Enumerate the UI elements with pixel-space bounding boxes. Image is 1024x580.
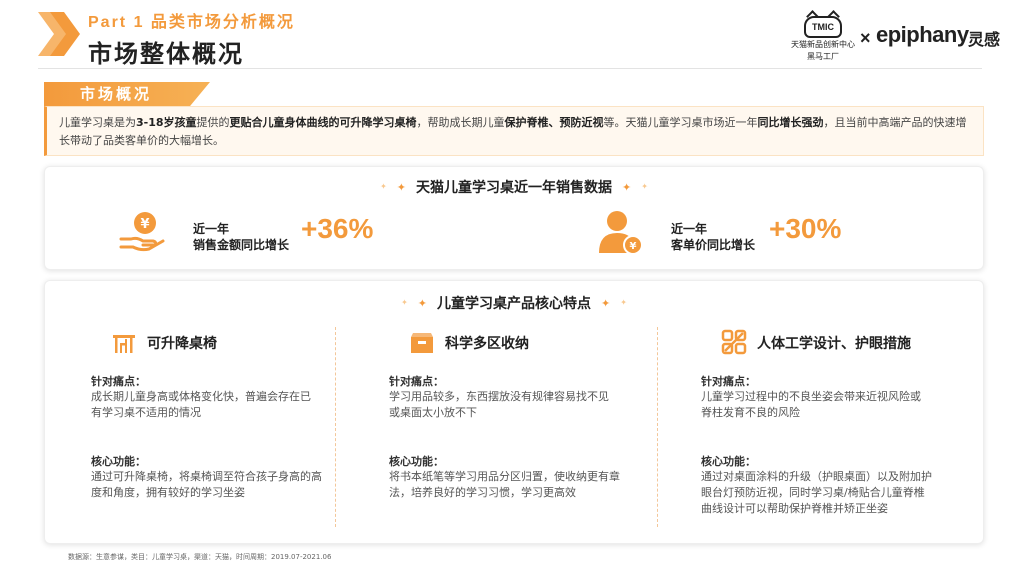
overview-highlight: 3-18岁孩童 xyxy=(136,116,197,129)
overview-seg: 儿童学习桌是为 xyxy=(59,116,136,129)
pain-text: 学习用品较多，东西摆放没有规律容易找不见或桌面太小放不下 xyxy=(389,390,609,419)
feature-column: 科学多区收纳 针对痛点： 学习用品较多，东西摆放没有规律容易找不见或桌面太小放不… xyxy=(389,325,661,535)
features-card: ✦ ✦ 儿童学习桌产品核心特点 ✦ ✦ 可升降桌椅 针对痛点： 成长期儿童身高或体格变化… xyxy=(44,280,984,544)
sales-heading: ✦ ✦ 天猫儿童学习桌近一年销售数据 ✦ ✦ xyxy=(45,177,983,197)
tmic-logo-sub2: 黑马工厂 xyxy=(807,52,839,61)
core-text: 通过对桌面涂料的升级（护眼桌面）以及附加护眼台灯预防近视，同时学习桌/椅贴合儿童… xyxy=(701,470,932,515)
sparkle-icon: ✦ xyxy=(620,298,627,307)
sales-card: ✦ ✦ 天猫儿童学习桌近一年销售数据 ✦ ✦ ¥ 近一年 销售金额同比增长 +36% ¥… xyxy=(44,166,984,270)
sparkle-icon: ✦ xyxy=(641,182,648,191)
chevron-icon xyxy=(38,12,80,56)
feature-column: 人体工学设计、护眼措施 针对痛点： 儿童学习过程中的不良坐姿会带来近视风险或脊柱… xyxy=(701,325,973,535)
features-heading-text: 儿童学习桌产品核心特点 xyxy=(437,296,591,312)
svg-text:¥: ¥ xyxy=(630,241,637,252)
overview-highlight: 同比增长强劲 xyxy=(757,116,824,129)
feature-title: 人体工学设计、护眼措施 xyxy=(757,336,911,352)
feature-column: 可升降桌椅 针对痛点： 成长期儿童身高或体格变化快，普遍会存在已有学习桌不适用的… xyxy=(91,325,363,535)
column-divider xyxy=(657,327,658,527)
sparkle-icon: ✦ xyxy=(417,297,427,310)
pain-label: 针对痛点： xyxy=(701,375,756,388)
ergonomic-icon xyxy=(721,329,747,355)
sparkle-icon: ✦ xyxy=(601,297,611,310)
overview-seg: 提供的 xyxy=(196,116,230,129)
features-heading: ✦ ✦ 儿童学习桌产品核心特点 ✦ ✦ xyxy=(45,293,983,313)
svg-text:¥: ¥ xyxy=(140,217,149,232)
core-text: 通过可升降桌椅，将桌椅调至符合孩子身高的高度和角度，拥有较好的学习坐姿 xyxy=(91,470,322,499)
stat-label-line2: 销售金额同比增长 xyxy=(193,238,290,252)
tmic-logo: TMIC 天猫新品创新中心 黑马工厂 xyxy=(786,16,860,64)
overview-seg: ，帮助成长期儿童 xyxy=(416,116,505,129)
tmic-logo-sub1: 天猫新品创新中心 xyxy=(791,40,855,49)
sparkle-icon: ✦ xyxy=(380,182,387,191)
stat-label-line2: 客单价同比增长 xyxy=(671,238,756,252)
page-title: 市场整体概况 xyxy=(88,40,244,68)
overview-highlight: 保护脊椎、预防近视 xyxy=(504,116,604,129)
pain-text: 成长期儿童身高或体格变化快，普遍会存在已有学习桌不适用的情况 xyxy=(91,390,311,419)
core-label: 核心功能： xyxy=(701,455,756,468)
stat-label: 近一年 销售金额同比增长 xyxy=(193,221,289,253)
pain-label: 针对痛点： xyxy=(389,375,444,388)
sparkle-icon: ✦ xyxy=(622,181,632,194)
column-divider xyxy=(335,327,336,527)
overview-text: 儿童学习桌是为3-18岁孩童提供的更贴合儿童身体曲线的可升降学习桌椅，帮助成长期… xyxy=(44,106,984,156)
sparkle-icon: ✦ xyxy=(396,181,406,194)
pain-label: 针对痛点： xyxy=(91,375,146,388)
stat-label: 近一年 客单价同比增长 xyxy=(671,221,755,253)
section-tab-overview: 市场概况 xyxy=(44,82,210,106)
part-label: Part 1 品类市场分析概况 xyxy=(88,14,295,31)
logo-separator: × xyxy=(860,28,871,48)
stat-value: +30% xyxy=(769,213,842,244)
feature-title: 可升降桌椅 xyxy=(147,336,217,352)
user-yuan-icon: ¥ xyxy=(599,211,643,255)
epiphany-logo-cn: 灵感 xyxy=(968,30,1001,49)
pain-text: 儿童学习过程中的不良坐姿会带来近视风险或脊柱发育不良的风险 xyxy=(701,390,921,419)
tmic-logo-mark: TMIC xyxy=(804,16,842,38)
desk-chair-icon xyxy=(113,335,135,353)
sparkle-icon: ✦ xyxy=(401,298,408,307)
source-note: 数据源：生意参谋，类目：儿童学习桌，渠道：天猫，时间周期：2019.07-202… xyxy=(68,553,332,561)
sales-heading-text: 天猫儿童学习桌近一年销售数据 xyxy=(416,180,612,196)
core-label: 核心功能： xyxy=(91,455,146,468)
money-hand-icon: ¥ xyxy=(119,212,165,252)
core-label: 核心功能： xyxy=(389,455,444,468)
feature-title: 科学多区收纳 xyxy=(445,336,529,352)
stat-value: +36% xyxy=(301,213,374,244)
stat-label-line1: 近一年 xyxy=(193,222,230,236)
stat-label-line1: 近一年 xyxy=(671,222,708,236)
overview-seg: 等。天猫儿童学习桌市场近一年 xyxy=(603,116,758,129)
epiphany-logo: epiphany xyxy=(876,22,969,47)
header-divider xyxy=(38,68,982,69)
storage-box-icon xyxy=(411,333,433,353)
overview-highlight: 更贴合儿童身体曲线的可升降学习桌椅 xyxy=(229,116,417,129)
core-text: 将书本纸笔等学习用品分区归置，使收纳更有章法，培养良好的学习习惯，学习更高效 xyxy=(389,470,620,499)
